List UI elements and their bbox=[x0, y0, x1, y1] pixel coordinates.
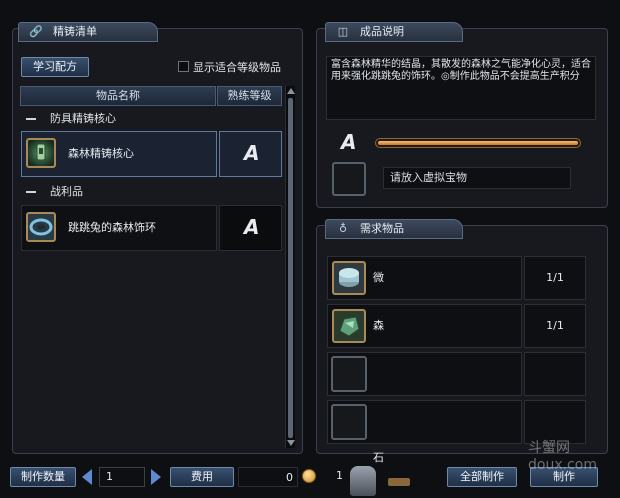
box-icon: ◫ bbox=[337, 25, 349, 38]
list-item-rabbit-ring[interactable]: 跳跳兔的森林饰环 bbox=[21, 205, 217, 251]
requirement-name: 微光合金 bbox=[373, 271, 384, 416]
requirement-count-cell bbox=[524, 352, 586, 396]
link-icon: 🔗 bbox=[29, 25, 43, 38]
coin-count: 1 bbox=[336, 469, 343, 482]
recipe-list-header: 🔗 精铸清单 bbox=[18, 22, 158, 42]
item-name: 跳跳兔的森林饰环 bbox=[68, 221, 156, 234]
alloy-icon bbox=[332, 261, 366, 295]
learn-recipe-button[interactable]: 学习配方 bbox=[21, 57, 89, 77]
grade-cell: A bbox=[219, 205, 282, 251]
ring-icon bbox=[26, 212, 56, 242]
category-label: 防具精铸核心 bbox=[50, 112, 116, 125]
grade-a-badge: A bbox=[244, 141, 260, 165]
empty-slot bbox=[331, 404, 367, 440]
show-level-items-label: 显示适合等级物品 bbox=[193, 61, 281, 74]
bag-icon: ♁ bbox=[338, 222, 348, 235]
description-header: ◫ 成品说明 bbox=[325, 22, 463, 42]
scroll-down-icon[interactable] bbox=[287, 440, 295, 446]
item-name: 森林精铸核心 bbox=[68, 147, 134, 160]
virtual-item-hint: 请放入虚拟宝物 bbox=[383, 167, 571, 189]
column-header-name[interactable]: 物品名称 bbox=[20, 86, 216, 106]
list-scrollbar[interactable] bbox=[285, 86, 295, 448]
fee-value: 0 bbox=[238, 467, 298, 487]
collapse-icon bbox=[26, 118, 36, 120]
requirements-title: 需求物品 bbox=[360, 222, 404, 235]
virtual-item-slot[interactable] bbox=[332, 162, 366, 196]
collapse-icon bbox=[26, 191, 36, 193]
requirement-count: 1/1 bbox=[546, 319, 564, 332]
signpost-icon bbox=[388, 478, 410, 486]
forest-stone-icon bbox=[332, 309, 366, 343]
category-label: 战利品 bbox=[50, 185, 83, 198]
grade-cell: A bbox=[219, 131, 282, 177]
requirement-count-cell bbox=[524, 400, 586, 444]
column-header-skill[interactable]: 熟练等级 bbox=[217, 86, 282, 106]
quantity-decrease-icon[interactable] bbox=[82, 469, 92, 485]
recipe-list-title: 精铸清单 bbox=[53, 25, 97, 38]
description-text: 富含森林精华的结晶，其散发的森林之气能净化心灵，适合用来强化跳跳兔的饰环。◎制作… bbox=[326, 56, 596, 120]
requirement-count: 1/1 bbox=[546, 271, 564, 284]
fee-button[interactable]: 费用 bbox=[170, 467, 234, 487]
progress-fill bbox=[378, 141, 578, 145]
site-watermark: 斗蟹网 doux.com bbox=[528, 440, 597, 473]
requirement-name: 森林魔石 bbox=[373, 319, 384, 464]
quantity-increase-icon[interactable] bbox=[151, 469, 161, 485]
category-armor-core[interactable]: 防具精铸核心 bbox=[20, 109, 282, 129]
scroll-up-icon[interactable] bbox=[287, 88, 295, 94]
grade-a-badge: A bbox=[244, 215, 260, 239]
forest-core-icon bbox=[26, 138, 56, 168]
requirements-header: ♁ 需求物品 bbox=[325, 219, 463, 239]
quantity-button[interactable]: 制作数量 bbox=[10, 467, 76, 487]
progress-bar bbox=[375, 138, 581, 148]
description-title: 成品说明 bbox=[360, 25, 404, 38]
product-grade-badge: A bbox=[341, 130, 357, 154]
scroll-thumb[interactable] bbox=[288, 98, 293, 438]
show-level-items-checkbox[interactable] bbox=[178, 61, 189, 72]
list-item-forest-core[interactable]: 森林精铸核心 bbox=[21, 131, 217, 177]
character-icon bbox=[350, 466, 376, 496]
gold-coin-icon bbox=[302, 469, 316, 483]
category-loot[interactable]: 战利品 bbox=[20, 182, 282, 202]
make-all-button[interactable]: 全部制作 bbox=[447, 467, 517, 487]
quantity-input[interactable]: 1 bbox=[99, 467, 145, 487]
empty-slot bbox=[331, 356, 367, 392]
